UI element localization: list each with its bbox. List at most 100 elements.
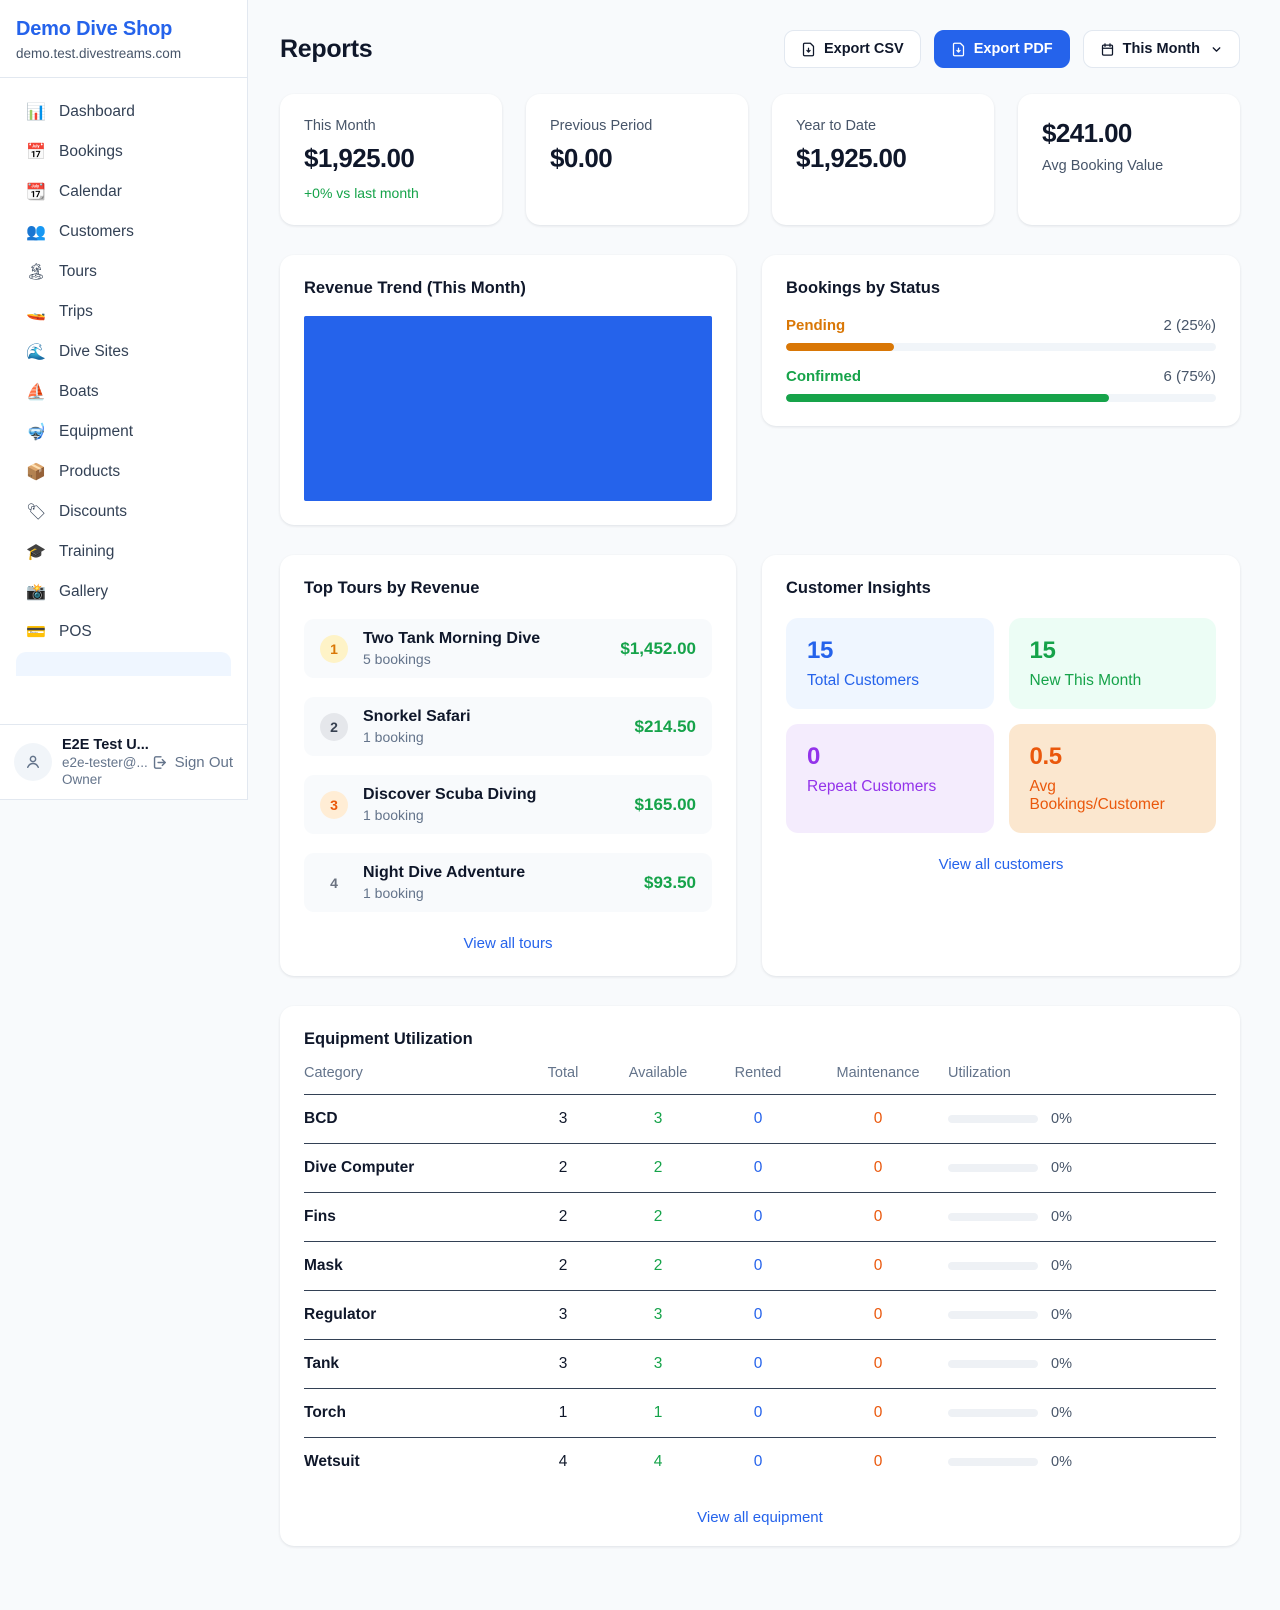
equipment-table-header: Category Total Available Rented Maintena… (304, 1049, 1216, 1095)
sidebar-item-dive-sites[interactable]: 🌊 Dive Sites (8, 332, 239, 372)
sidebar-item-gallery[interactable]: 📸 Gallery (8, 572, 239, 612)
stat-card-year-to-date: Year to Date $1,925.00 (772, 94, 994, 225)
tour-amount: $93.50 (644, 873, 696, 893)
cell-total: 2 (518, 1159, 608, 1177)
utilization-pct: 0% (1051, 1307, 1072, 1323)
sidebar-item-label: Training (59, 543, 114, 561)
sidebar-item-training[interactable]: 🎓 Training (8, 532, 239, 572)
cell-category: Mask (304, 1257, 518, 1275)
cell-category: Regulator (304, 1306, 518, 1324)
tile-label: New This Month (1030, 672, 1196, 690)
stats-row: This Month $1,925.00 +0% vs last month P… (280, 94, 1240, 225)
tile-total-customers: 15 Total Customers (786, 618, 994, 709)
sidebar-item-label: POS (59, 623, 92, 641)
equipment-table-body: BCD33000%Dive Computer22000%Fins22000%Ma… (304, 1095, 1216, 1486)
col-category: Category (304, 1065, 518, 1081)
island-icon: 🏝 (26, 262, 46, 282)
page-header: Reports Export CSV Export PDF This Month (280, 30, 1240, 68)
bookings-icon: 📅 (26, 142, 46, 162)
sign-out-icon (151, 754, 168, 771)
tour-bookings: 5 bookings (363, 651, 540, 667)
view-all-equipment-link[interactable]: View all equipment (304, 1509, 1216, 1526)
sign-out-button[interactable]: Sign Out (151, 754, 233, 771)
cell-total: 3 (518, 1306, 608, 1324)
sidebar-item-pos[interactable]: 💳 POS (8, 612, 239, 652)
sidebar-item-tours[interactable]: 🏝 Tours (8, 252, 239, 292)
main-content: Reports Export CSV Export PDF This Month (248, 0, 1280, 1546)
sidebar-header: Demo Dive Shop demo.test.divestreams.com (0, 0, 247, 78)
status-bar-track (786, 394, 1216, 402)
sidebar-item-label: Dashboard (59, 103, 135, 121)
revenue-bar (304, 316, 712, 501)
rank-badge: 1 (320, 635, 348, 663)
utilization-bar (948, 1311, 1038, 1319)
cell-category: Fins (304, 1208, 518, 1226)
tile-repeat-customers: 0 Repeat Customers (786, 724, 994, 833)
sidebar-item-label: Discounts (59, 503, 127, 521)
export-pdf-button[interactable]: Export PDF (934, 30, 1070, 68)
stat-delta: +0% vs last month (304, 185, 478, 201)
utilization-bar (948, 1115, 1038, 1123)
user-email: e2e-tester@... (62, 755, 141, 770)
view-all-tours-link[interactable]: View all tours (304, 935, 712, 952)
stat-label: This Month (304, 118, 478, 134)
tile-label: Total Customers (807, 672, 973, 690)
bookings-by-status-card: Bookings by Status Pending 2 (25%) Confi… (762, 255, 1240, 426)
cell-rented: 0 (708, 1110, 808, 1128)
cell-total: 2 (518, 1208, 608, 1226)
col-maintenance: Maintenance (808, 1065, 948, 1081)
stat-value: $1,925.00 (796, 143, 970, 174)
stat-card-avg-booking-value: $241.00 Avg Booking Value (1018, 94, 1240, 225)
table-row: Dive Computer22000% (304, 1144, 1216, 1193)
tour-row[interactable]: 2 Snorkel Safari 1 booking $214.50 (304, 697, 712, 756)
top-tours-card: Top Tours by Revenue 1 Two Tank Morning … (280, 555, 736, 976)
sidebar-item-boats[interactable]: ⛵ Boats (8, 372, 239, 412)
tour-name: Two Tank Morning Dive (363, 630, 540, 648)
status-row-confirmed: Confirmed 6 (75%) (786, 368, 1216, 402)
sidebar-item-equipment[interactable]: 🤿 Equipment (8, 412, 239, 452)
sidebar-item-trips[interactable]: 🚤 Trips (8, 292, 239, 332)
utilization-pct: 0% (1051, 1405, 1072, 1421)
period-dropdown[interactable]: This Month (1083, 30, 1240, 68)
avatar (14, 743, 52, 781)
sidebar-item-label: Dive Sites (59, 343, 129, 361)
sidebar-item-calendar[interactable]: 📆 Calendar (8, 172, 239, 212)
shop-domain: demo.test.divestreams.com (16, 46, 231, 61)
cell-rented: 0 (708, 1159, 808, 1177)
sidebar-item-active-partial[interactable] (16, 652, 231, 676)
cell-utilization: 0% (948, 1356, 1216, 1372)
shop-name: Demo Dive Shop (16, 18, 231, 41)
utilization-pct: 0% (1051, 1111, 1072, 1127)
view-all-customers-link[interactable]: View all customers (786, 856, 1216, 873)
stat-label: Avg Booking Value (1042, 158, 1216, 174)
sidebar-item-label: Trips (59, 303, 93, 321)
sidebar-item-discounts[interactable]: 🏷 Discounts (8, 492, 239, 532)
col-total: Total (518, 1065, 608, 1081)
top-tours-title: Top Tours by Revenue (304, 579, 712, 598)
sidebar-item-dashboard[interactable]: 📊 Dashboard (8, 92, 239, 132)
cell-rented: 0 (708, 1208, 808, 1226)
user-meta: E2E Test U... e2e-tester@... Owner (62, 737, 141, 787)
rank-badge: 2 (320, 713, 348, 741)
header-actions: Export CSV Export PDF This Month (784, 30, 1240, 68)
sidebar-item-bookings[interactable]: 📅 Bookings (8, 132, 239, 172)
equipment-utilization-card: Equipment Utilization Category Total Ava… (280, 1006, 1240, 1546)
cell-utilization: 0% (948, 1258, 1216, 1274)
tour-row[interactable]: 4 Night Dive Adventure 1 booking $93.50 (304, 853, 712, 912)
tour-row[interactable]: 3 Discover Scuba Diving 1 booking $165.0… (304, 775, 712, 834)
utilization-pct: 0% (1051, 1258, 1072, 1274)
utilization-bar (948, 1458, 1038, 1466)
sidebar-item-products[interactable]: 📦 Products (8, 452, 239, 492)
calendar-icon: 📆 (26, 182, 46, 202)
export-csv-button[interactable]: Export CSV (784, 30, 921, 68)
insight-tiles: 15 Total Customers 15 New This Month 0 R… (786, 618, 1216, 833)
cell-category: Tank (304, 1355, 518, 1373)
cell-utilization: 0% (948, 1405, 1216, 1421)
tile-avg-bookings: 0.5 Avg Bookings/Customer (1009, 724, 1217, 833)
sidebar-item-customers[interactable]: 👥 Customers (8, 212, 239, 252)
tour-row[interactable]: 1 Two Tank Morning Dive 5 bookings $1,45… (304, 619, 712, 678)
table-row: Tank33000% (304, 1340, 1216, 1389)
tag-icon: 🏷 (26, 502, 46, 522)
utilization-pct: 0% (1051, 1209, 1072, 1225)
cell-maintenance: 0 (808, 1159, 948, 1177)
